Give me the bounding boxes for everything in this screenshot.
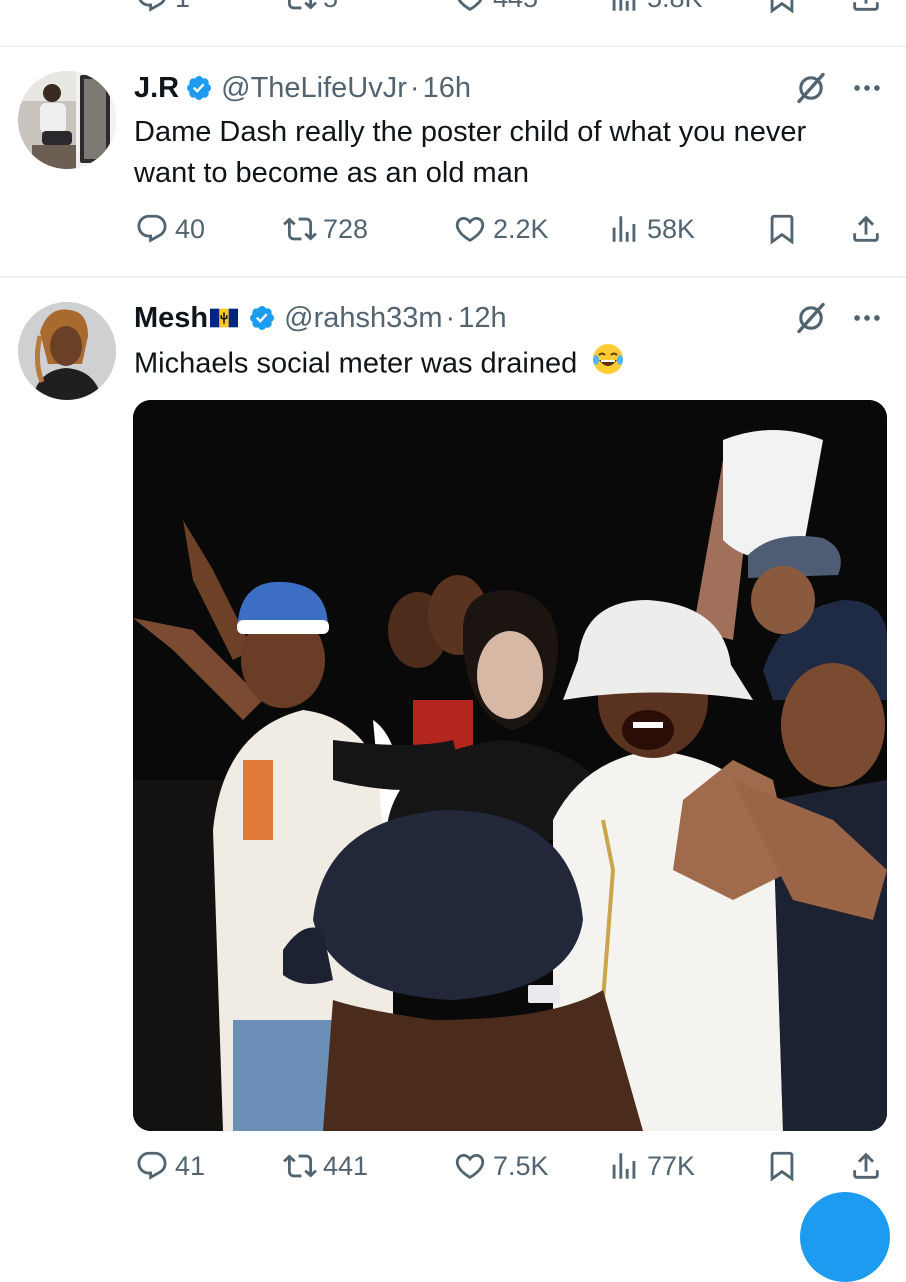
bookmark-button[interactable] — [765, 0, 799, 18]
timestamp[interactable]: 16h — [423, 72, 471, 105]
like-count: 2.2K — [493, 213, 549, 244]
share-button[interactable] — [849, 1146, 883, 1186]
repost-button[interactable]: 728 — [283, 209, 368, 249]
views-button[interactable]: 77K — [607, 1146, 695, 1186]
heart-icon — [453, 1149, 487, 1183]
bookmark-button[interactable] — [765, 1146, 799, 1186]
tweet-photo[interactable] — [133, 400, 887, 1131]
tweet-text: Dame Dash really the poster child of wha… — [134, 116, 807, 189]
like-count: 7.5K — [493, 1150, 549, 1181]
speech-bubble-icon — [135, 1149, 169, 1183]
heart-icon — [453, 0, 487, 15]
timestamp[interactable]: 12h — [458, 302, 506, 335]
tweet-divider — [0, 276, 906, 278]
views-count: 77K — [647, 1150, 696, 1181]
author-handle[interactable]: @TheLifeUvJr — [221, 72, 407, 105]
verified-badge-icon — [248, 304, 276, 332]
repost-count: 5 — [323, 0, 338, 12]
bookmark-icon — [765, 212, 799, 246]
verified-badge-icon — [185, 74, 213, 102]
barbados-flag-icon — [210, 308, 239, 328]
reply-button[interactable]: 40 — [135, 209, 205, 249]
speech-bubble-icon — [135, 0, 169, 15]
bookmark-icon — [765, 0, 799, 15]
repost-button[interactable]: 441 — [283, 1146, 368, 1186]
like-button[interactable]: 445 — [453, 0, 538, 18]
author-handle[interactable]: @rahsh33m — [284, 302, 442, 335]
repost-arrows-icon — [283, 212, 317, 246]
bookmark-button[interactable] — [765, 209, 799, 249]
heart-icon — [453, 212, 487, 246]
like-button[interactable]: 2.2K — [453, 209, 549, 249]
repost-count: 441 — [323, 1150, 369, 1181]
tweet-action-bar: 41 441 7.5K 77K — [135, 1146, 891, 1186]
more-dots-icon[interactable] — [850, 71, 884, 105]
speech-bubble-icon — [135, 212, 169, 246]
bookmark-icon — [765, 1149, 799, 1183]
tweet-text-content: Michaels social meter was drained — [134, 347, 578, 380]
previous-tweet-action-bar: 1 5 445 5.8K — [135, 0, 891, 18]
tweet-text: Michaels social meter was drained 😂 — [134, 342, 834, 388]
more-dots-icon[interactable] — [850, 301, 884, 335]
separator: · — [445, 301, 456, 334]
tweet-action-bar: 40 728 2.2K 58K — [135, 209, 891, 249]
repost-count: 728 — [323, 213, 369, 244]
repost-arrows-icon — [283, 0, 317, 15]
compose-button[interactable] — [800, 1192, 890, 1282]
separator: · — [409, 71, 420, 104]
avatar[interactable] — [18, 71, 116, 169]
reply-button[interactable]: 1 — [135, 0, 190, 18]
tweet-divider — [0, 45, 906, 47]
share-button[interactable] — [849, 0, 883, 18]
share-upload-icon — [849, 1149, 883, 1183]
repost-button[interactable]: 5 — [283, 0, 338, 18]
author-name[interactable]: J.R — [134, 72, 179, 105]
like-count: 445 — [493, 0, 538, 12]
views-button[interactable]: 58K — [607, 209, 695, 249]
like-button[interactable]: 7.5K — [453, 1146, 549, 1186]
share-upload-icon — [849, 0, 883, 15]
repost-arrows-icon — [283, 1149, 317, 1183]
views-count: 58K — [647, 213, 696, 244]
reply-count: 40 — [175, 213, 206, 244]
grok-slash-icon[interactable] — [794, 301, 828, 335]
author-name[interactable]: Mesh — [134, 302, 208, 335]
reply-button[interactable]: 41 — [135, 1146, 205, 1186]
grok-slash-icon[interactable] — [794, 71, 828, 105]
laughing-emoji — [591, 342, 625, 388]
avatar[interactable] — [18, 302, 116, 400]
reply-count: 41 — [175, 1150, 206, 1181]
views-count: 5.8K — [647, 0, 703, 12]
bar-chart-icon — [607, 0, 641, 15]
bar-chart-icon — [607, 1149, 641, 1183]
views-button[interactable]: 5.8K — [607, 0, 703, 18]
share-upload-icon — [849, 212, 883, 246]
bar-chart-icon — [607, 212, 641, 246]
reply-count: 1 — [175, 0, 190, 12]
share-button[interactable] — [849, 209, 883, 249]
